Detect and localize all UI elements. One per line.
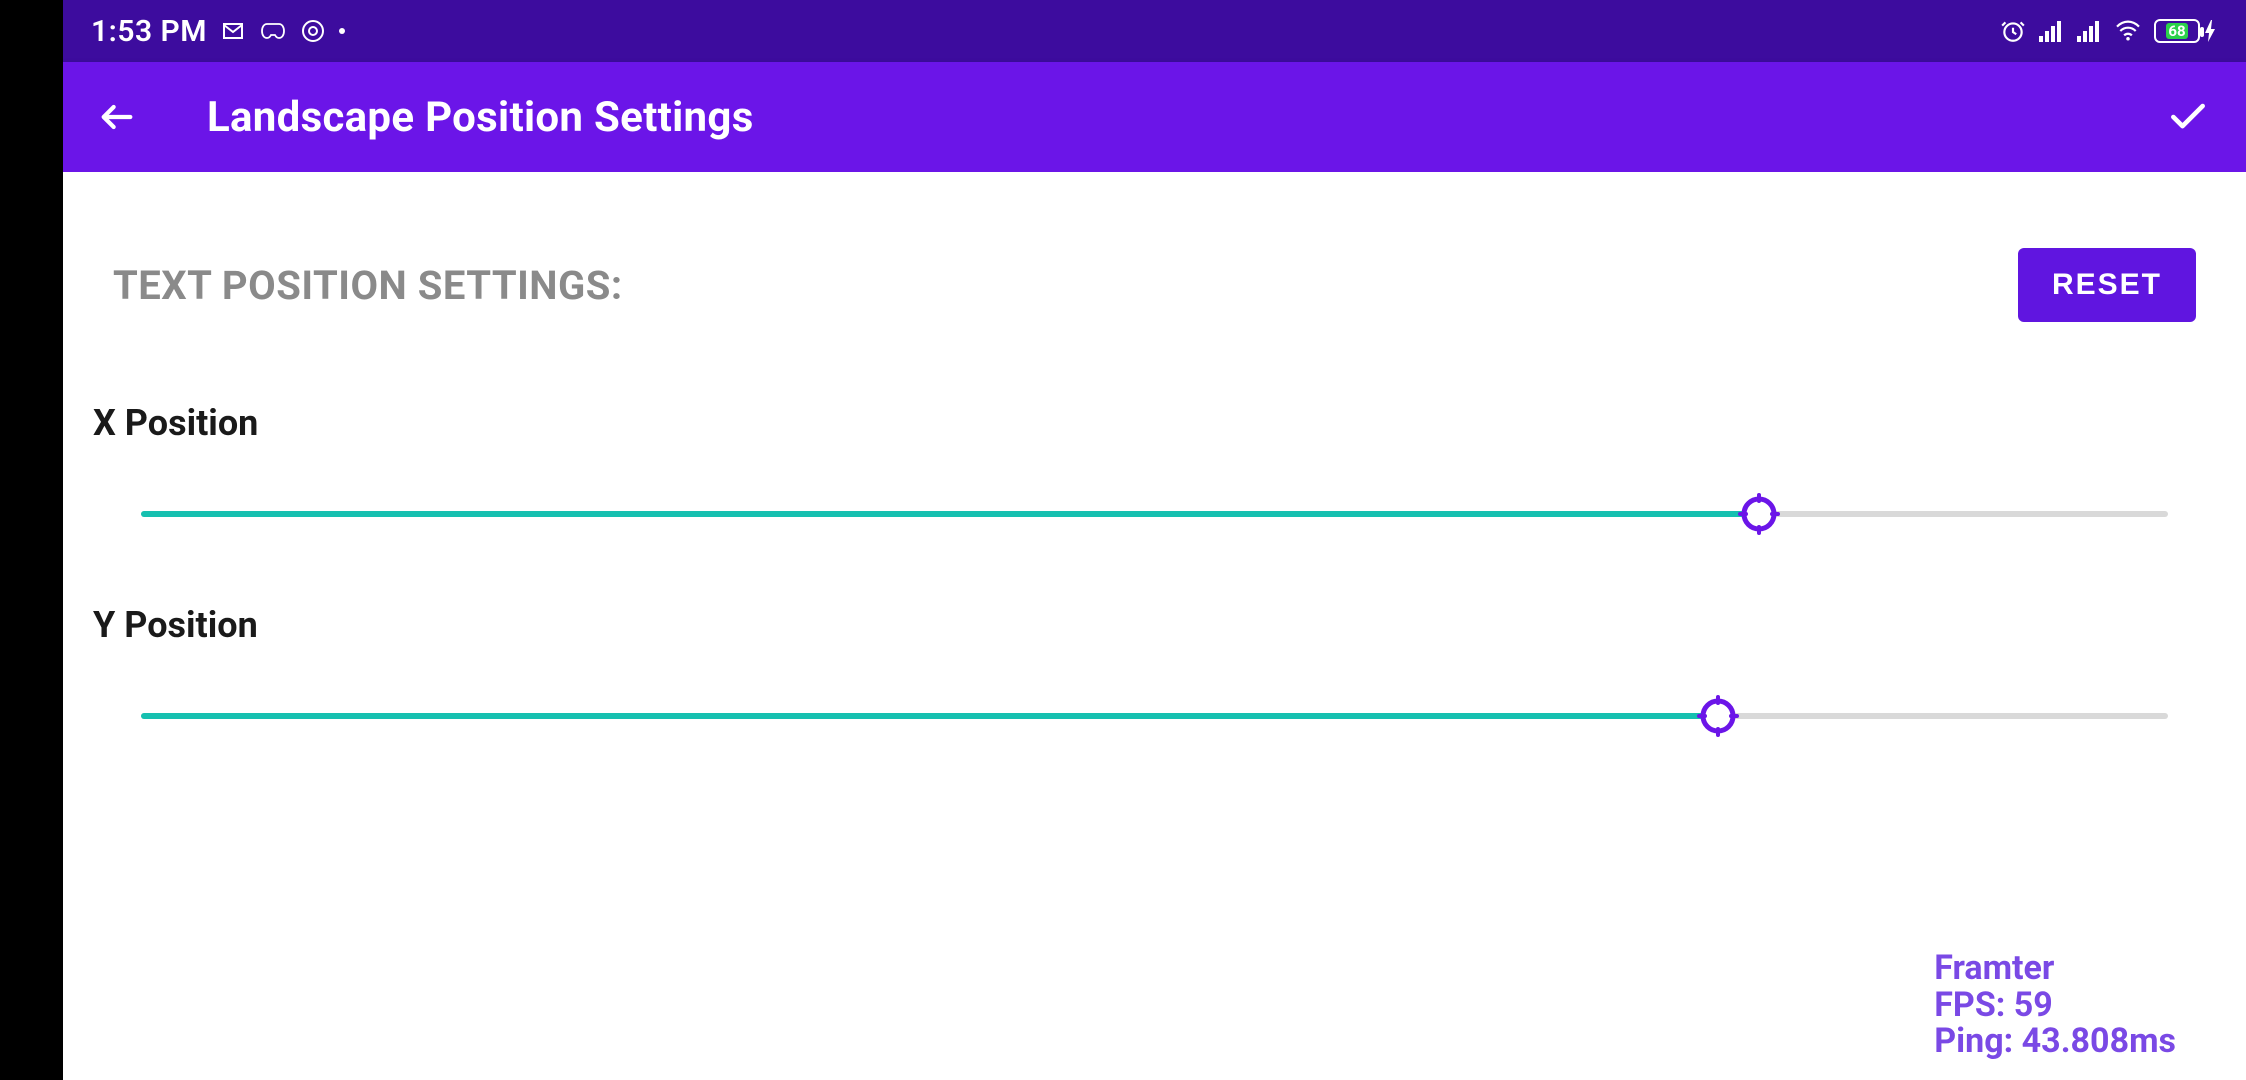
page-title: Landscape Position Settings	[207, 93, 2164, 142]
perf-overlay: Framter FPS: 59 Ping: 43.808ms	[1934, 950, 2176, 1060]
crosshair-thumb-icon	[1697, 695, 1739, 737]
crosshair-thumb-icon	[1738, 493, 1780, 535]
overlay-fps: FPS: 59	[1934, 987, 2176, 1024]
slider-track-fill	[141, 511, 1759, 517]
y-position-label: Y Position	[93, 604, 2196, 646]
app-bar: Landscape Position Settings	[63, 62, 2246, 172]
y-position-slider[interactable]	[141, 696, 2168, 736]
charging-bolt-icon	[2204, 20, 2216, 42]
back-button[interactable]	[97, 97, 137, 137]
slider-track-fill	[141, 713, 1718, 719]
battery-percent: 68	[2166, 23, 2187, 39]
signal-bars-icon-2	[2076, 20, 2102, 42]
signal-bars-icon	[2038, 20, 2064, 42]
at-circle-icon	[301, 19, 325, 43]
reset-button[interactable]: RESET	[2018, 248, 2196, 322]
section-title: TEXT POSITION SETTINGS:	[113, 262, 623, 309]
status-right: 68	[2000, 18, 2216, 44]
status-bar: 1:53 PM	[63, 0, 2246, 62]
arrow-left-icon	[97, 97, 137, 137]
notification-dot-icon	[339, 28, 345, 34]
x-position-group: X Position	[113, 402, 2196, 534]
gmail-icon	[221, 19, 245, 43]
screen: 1:53 PM	[63, 0, 2246, 1080]
alarm-icon	[2000, 18, 2026, 44]
x-position-slider[interactable]	[141, 494, 2168, 534]
game-controller-icon	[259, 21, 287, 41]
status-left: 1:53 PM	[91, 14, 345, 49]
y-position-group: Y Position	[113, 604, 2196, 736]
battery-indicator: 68	[2154, 19, 2216, 43]
status-time: 1:53 PM	[91, 14, 207, 49]
content-area: TEXT POSITION SETTINGS: RESET X Position…	[63, 172, 2246, 1080]
display-cutout-bar	[0, 0, 63, 1080]
overlay-ping: Ping: 43.808ms	[1934, 1023, 2176, 1060]
check-icon	[2166, 95, 2210, 139]
confirm-button[interactable]	[2164, 93, 2212, 141]
wifi-icon	[2114, 20, 2142, 42]
x-position-label: X Position	[93, 402, 2196, 444]
slider-thumb[interactable]	[1697, 695, 1739, 737]
section-header: TEXT POSITION SETTINGS: RESET	[113, 248, 2196, 322]
overlay-app-name: Framter	[1934, 950, 2176, 987]
slider-thumb[interactable]	[1738, 493, 1780, 535]
